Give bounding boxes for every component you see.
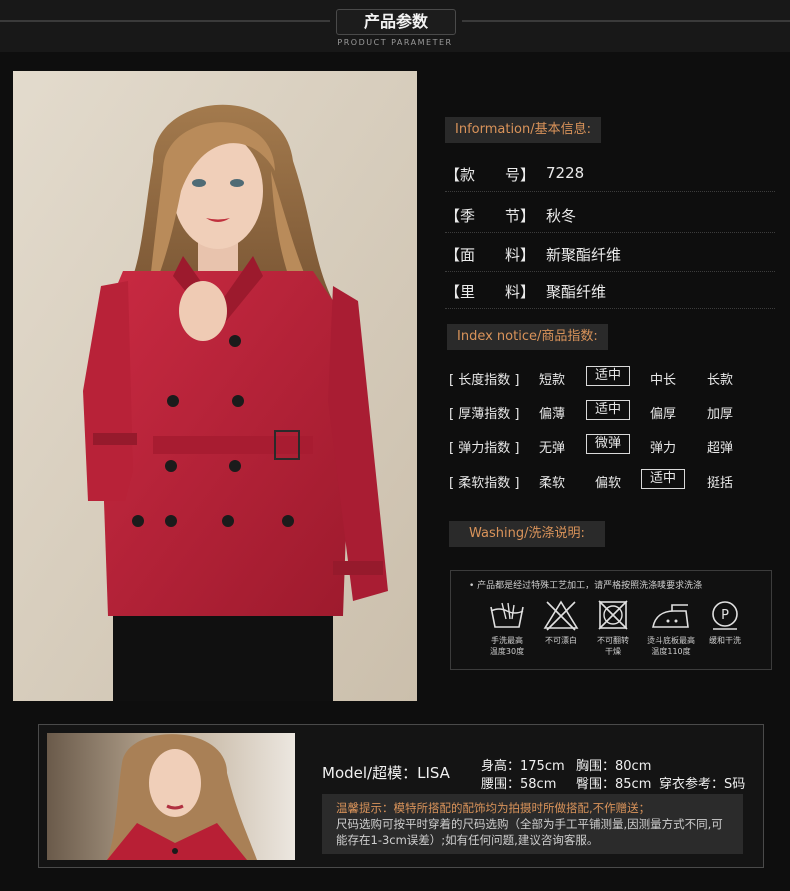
info-label: 【里 料】 bbox=[445, 283, 536, 301]
model-size: 穿衣参考：S码 bbox=[659, 777, 746, 792]
model-hip: 臀围：85cm bbox=[576, 777, 652, 792]
washing-instructions: • 产品都是经过特殊工艺加工，请严格按照洗涤唛要求洗涤 手洗最高 温度30度 不… bbox=[450, 570, 772, 670]
index-option-selected: 适中 bbox=[586, 400, 631, 420]
model-photo bbox=[47, 733, 295, 860]
info-row-season: 【季 节】 秋冬 bbox=[445, 197, 775, 233]
index-option-selected: 适中 bbox=[586, 366, 631, 386]
index-row-elasticity: [ 弹力指数 ] 无弹 微弹 弹力 超弹 bbox=[449, 434, 779, 458]
index-label: [ 弹力指数 ] bbox=[449, 441, 520, 456]
model-portrait-illustration bbox=[47, 733, 295, 860]
page-header: 产品参数 PRODUCT PARAMETER bbox=[0, 0, 790, 52]
iron-icon bbox=[652, 604, 689, 628]
model-name: Model/超模：LISA bbox=[322, 764, 450, 782]
info-value: 聚酯纤维 bbox=[546, 283, 607, 301]
info-value: 秋冬 bbox=[546, 207, 577, 225]
no-tumble-dry-icon bbox=[598, 600, 628, 630]
index-option: 短款 bbox=[539, 373, 566, 388]
wash-label: 缓和干洗 bbox=[709, 636, 741, 645]
index-option: 偏厚 bbox=[650, 407, 677, 422]
washing-heading: Washing/洗涤说明: bbox=[449, 521, 605, 547]
tip-text: 尺码选购可按平时穿着的尺码选购（全部为手工平铺测量,因测量方式不同,可能存在1-… bbox=[336, 817, 723, 847]
index-option: 偏软 bbox=[595, 476, 622, 491]
index-row-length: [ 长度指数 ] 短款 适中 中长 长款 bbox=[449, 366, 779, 390]
info-row-style-number: 【款 号】 7228 bbox=[445, 156, 775, 192]
info-label: 【季 节】 bbox=[445, 207, 536, 225]
size-tip: 温馨提示：模特所搭配的配饰均为拍摄时所做搭配,不作赠送； 尺码选购可按平时穿着的… bbox=[322, 794, 743, 854]
iron-item: 烫斗底板最高 温度110度 bbox=[637, 599, 705, 657]
svg-text:P: P bbox=[721, 608, 729, 623]
model-bust: 胸围：80cm bbox=[576, 759, 652, 774]
index-option: 偏薄 bbox=[539, 407, 566, 422]
wash-label: 烫斗底板最高 bbox=[647, 636, 695, 645]
index-label: [ 厚薄指数 ] bbox=[449, 407, 520, 422]
info-value: 7228 bbox=[546, 164, 585, 182]
hand-wash-item: 手洗最高 温度30度 bbox=[479, 599, 535, 657]
washing-note: • 产品都是经过特殊工艺加工，请严格按照洗涤唛要求洗涤 bbox=[469, 581, 703, 591]
index-option: 超弹 bbox=[707, 441, 734, 456]
index-option: 中长 bbox=[650, 373, 677, 388]
index-label: [ 长度指数 ] bbox=[449, 373, 520, 388]
index-heading: Index notice/商品指数: bbox=[447, 324, 608, 350]
index-option: 柔软 bbox=[539, 476, 566, 491]
index-option: 挺括 bbox=[707, 476, 734, 491]
no-bleach-item: 不可漂白 bbox=[533, 599, 589, 646]
info-label: 【款 号】 bbox=[445, 166, 536, 184]
wash-label: 不可翻转 bbox=[597, 636, 629, 645]
header-divider-right bbox=[462, 20, 790, 22]
info-value: 新聚酯纤维 bbox=[546, 246, 622, 264]
index-option-selected: 微弹 bbox=[586, 434, 631, 454]
header-divider-left bbox=[0, 20, 330, 22]
index-row-softness: [ 柔软指数 ] 柔软 偏软 适中 挺括 bbox=[449, 469, 779, 493]
section-subtitle: PRODUCT PARAMETER bbox=[337, 38, 453, 47]
index-row-thickness: [ 厚薄指数 ] 偏薄 适中 偏厚 加厚 bbox=[449, 400, 779, 424]
section-title: 产品参数 bbox=[336, 9, 456, 35]
wash-label: 不可漂白 bbox=[545, 636, 577, 645]
model-height: 身高：175cm bbox=[481, 759, 565, 774]
dry-clean-item: P 缓和干洗 bbox=[697, 599, 753, 646]
tip-highlight: 温馨提示：模特所搭配的配饰均为拍摄时所做搭配,不作赠送； bbox=[336, 801, 651, 815]
info-row-lining: 【里 料】 聚酯纤维 bbox=[445, 273, 775, 309]
wash-label: 温度30度 bbox=[489, 647, 525, 656]
wash-label: 干燥 bbox=[605, 647, 621, 656]
no-bleach-icon bbox=[543, 600, 579, 631]
index-option: 弹力 bbox=[650, 441, 677, 456]
dry-clean-icon: P bbox=[712, 601, 738, 630]
wash-label: 手洗最高 bbox=[491, 636, 523, 645]
product-photo bbox=[13, 71, 417, 701]
hand-wash-icon bbox=[490, 602, 524, 628]
info-row-fabric: 【面 料】 新聚酯纤维 bbox=[445, 236, 775, 272]
model-waist: 腰围：58cm bbox=[481, 777, 557, 792]
index-option: 加厚 bbox=[707, 407, 734, 422]
index-option: 长款 bbox=[707, 373, 734, 388]
index-option: 无弹 bbox=[539, 441, 566, 456]
no-tumble-dry-item: 不可翻转 干燥 bbox=[585, 599, 641, 657]
index-option-selected: 适中 bbox=[641, 469, 686, 489]
index-label: [ 柔软指数 ] bbox=[449, 476, 520, 491]
wash-label: 温度110度 bbox=[651, 647, 691, 656]
information-heading: Information/基本信息: bbox=[445, 117, 602, 143]
model-coat-illustration bbox=[13, 71, 417, 701]
info-label: 【面 料】 bbox=[445, 246, 536, 264]
